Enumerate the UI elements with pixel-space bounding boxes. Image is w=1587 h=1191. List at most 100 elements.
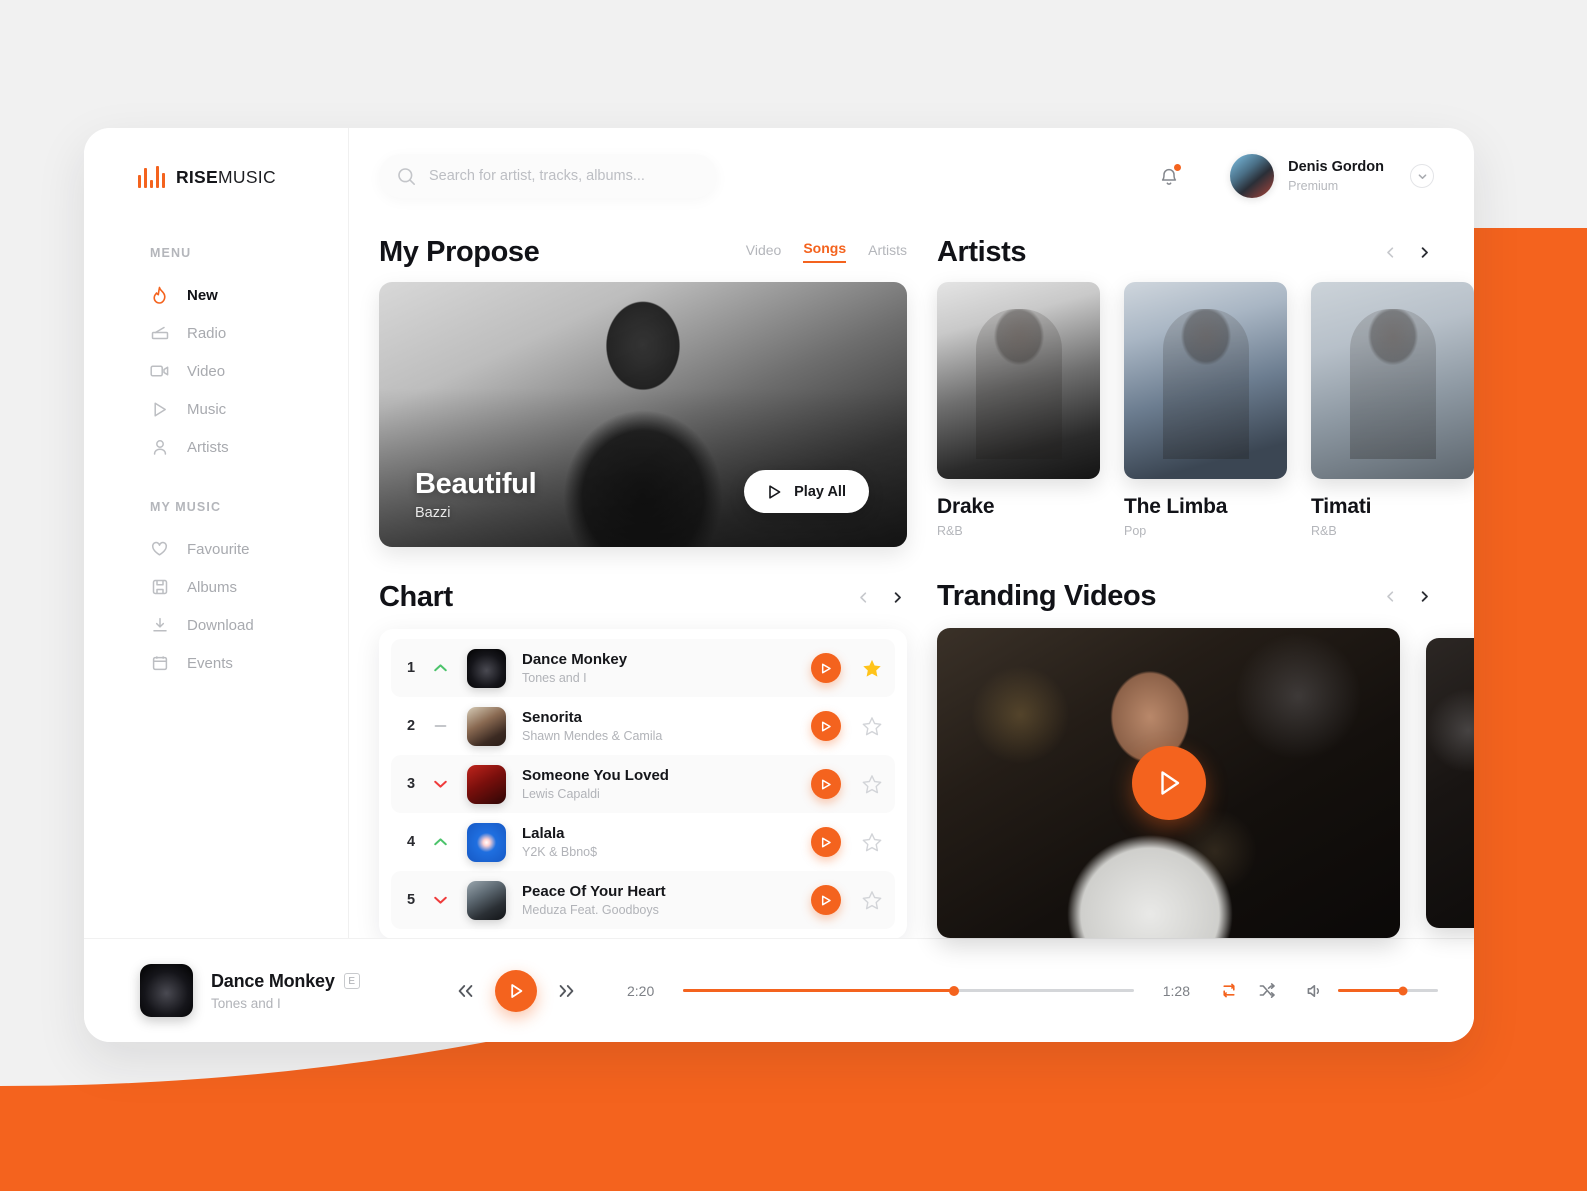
table-row[interactable]: 4 Lalala Y2K & Bbno$ <box>391 813 895 871</box>
volume-slider[interactable] <box>1338 986 1438 995</box>
chart-prev-button[interactable] <box>853 587 873 607</box>
play-all-button[interactable]: Play All <box>744 470 869 513</box>
equalizer-bars-icon <box>138 166 165 188</box>
avatar <box>1230 154 1275 198</box>
song-artist: Tones and I <box>522 671 587 686</box>
album-cover <box>467 706 506 746</box>
artists-next-button[interactable] <box>1414 242 1434 262</box>
tab-artists[interactable]: Artists <box>868 242 907 263</box>
video-play-button[interactable] <box>1131 746 1206 820</box>
row-play-button[interactable] <box>811 653 841 683</box>
transport-controls <box>455 969 577 1012</box>
artists-prev-button[interactable] <box>1380 242 1400 262</box>
artists-header: Artists <box>937 224 1434 280</box>
sidebar-item-music[interactable]: Music <box>84 390 348 428</box>
song-title: Dance Monkey <box>522 650 628 668</box>
video-camera-icon <box>150 362 169 381</box>
repeat-button[interactable] <box>1220 982 1238 999</box>
favourite-star-icon[interactable] <box>861 773 883 795</box>
favourite-star-icon[interactable] <box>861 657 883 679</box>
heart-icon <box>150 540 169 559</box>
explicit-badge: E <box>343 973 360 989</box>
brand-name-light: MUSIC <box>218 166 276 187</box>
video-card-secondary[interactable] <box>1426 638 1474 928</box>
hero-card[interactable]: Beautiful Bazzi Play All <box>379 282 907 547</box>
search-box[interactable] <box>379 154 717 198</box>
volume-control <box>1306 983 1438 999</box>
table-row[interactable]: 3 Someone You Loved Lewis Capaldi <box>391 755 895 813</box>
favourite-star-icon[interactable] <box>861 831 883 853</box>
artist-card[interactable]: The Limba Pop <box>1124 282 1287 538</box>
trending-prev-button[interactable] <box>1380 586 1400 606</box>
repeat-icon <box>1223 983 1235 998</box>
previous-track-button[interactable] <box>455 983 475 999</box>
trending-header: Tranding Videos <box>937 568 1434 624</box>
artists-title: Artists <box>937 235 1027 268</box>
row-play-button[interactable] <box>811 885 841 915</box>
volume-handle[interactable] <box>1398 986 1408 995</box>
table-row[interactable]: 5 Peace Of Your Heart Meduza Feat. Goodb… <box>391 871 895 929</box>
main-area: Denis Gordon Premium <box>349 128 1474 939</box>
user-profile[interactable]: Denis Gordon Premium <box>1230 154 1434 198</box>
song-title: Someone You Loved <box>522 766 669 784</box>
user-dropdown-button[interactable] <box>1410 164 1434 188</box>
artist-card[interactable]: Timati R&B <box>1311 282 1474 538</box>
chart-list: 1 Dance Monkey Tones and I 2 Senorita Sh… <box>379 629 907 939</box>
chart-nav-arrows <box>853 587 907 607</box>
artist-genre: R&B <box>937 524 963 538</box>
content-area: My Propose Video Songs Artists Beautiful… <box>349 224 1474 939</box>
sidebar-mymusic-list: Favourite Albums Download Events <box>84 530 348 682</box>
volume-button[interactable] <box>1306 983 1324 999</box>
window-body: RISEMUSIC MENU New Radio Video Music Art… <box>84 128 1474 939</box>
sidebar-item-events[interactable]: Events <box>84 644 348 682</box>
sidebar-item-new[interactable]: New <box>84 276 348 314</box>
row-play-button[interactable] <box>811 711 841 741</box>
play-pause-button[interactable] <box>495 969 537 1012</box>
sidebar-item-radio[interactable]: Radio <box>84 314 348 352</box>
trend-flat-icon <box>433 721 467 731</box>
shuffle-icon <box>1259 983 1275 998</box>
progress-handle[interactable] <box>948 985 959 996</box>
chart-rank: 2 <box>407 718 416 734</box>
trend-down-icon <box>433 895 467 905</box>
row-play-button[interactable] <box>811 827 841 857</box>
row-play-button[interactable] <box>811 769 841 799</box>
brand-logo[interactable]: RISEMUSIC <box>84 158 348 188</box>
notifications-button[interactable] <box>1156 162 1183 190</box>
sidebar-item-artists[interactable]: Artists <box>84 428 348 466</box>
favourite-star-icon[interactable] <box>861 889 883 911</box>
search-input[interactable] <box>429 168 699 184</box>
sidebar-menu-label: MENU <box>150 246 192 260</box>
next-track-button[interactable] <box>557 983 577 999</box>
hero-artist: Bazzi <box>415 505 451 521</box>
propose-tabs: Video Songs Artists <box>746 240 907 265</box>
now-playing-title-row: Dance Monkey E <box>211 971 449 992</box>
table-row[interactable]: 2 Senorita Shawn Mendes & Camila <box>391 697 895 755</box>
progress-slider[interactable] <box>683 985 1134 996</box>
flame-icon <box>150 286 169 305</box>
now-playing-artist: Tones and I <box>211 995 281 1011</box>
table-row[interactable]: 1 Dance Monkey Tones and I <box>391 639 895 697</box>
chart-next-button[interactable] <box>887 587 907 607</box>
chart-rank: 4 <box>407 834 416 850</box>
sidebar-item-download[interactable]: Download <box>84 606 348 644</box>
favourite-star-icon[interactable] <box>861 715 883 737</box>
tab-songs[interactable]: Songs <box>803 240 847 263</box>
song-artist: Y2K & Bbno$ <box>522 845 598 860</box>
chart-title: Chart <box>379 580 453 613</box>
tab-video[interactable]: Video <box>746 242 782 263</box>
app-window: RISEMUSIC MENU New Radio Video Music Art… <box>84 128 1474 1042</box>
person-icon <box>150 438 169 457</box>
sidebar-item-albums[interactable]: Albums <box>84 568 348 606</box>
chart-rank: 5 <box>407 892 416 908</box>
trending-title: Tranding Videos <box>937 579 1157 612</box>
trending-next-button[interactable] <box>1414 586 1434 606</box>
trending-nav-arrows <box>1380 586 1434 606</box>
sidebar-item-video[interactable]: Video <box>84 352 348 390</box>
sidebar-item-favourite[interactable]: Favourite <box>84 530 348 568</box>
video-card-primary[interactable] <box>937 628 1400 938</box>
shuffle-button[interactable] <box>1258 982 1276 999</box>
now-playing-cover <box>140 964 193 1017</box>
artist-card[interactable]: Drake R&B <box>937 282 1100 538</box>
brand-name-bold: RISE <box>175 166 218 187</box>
